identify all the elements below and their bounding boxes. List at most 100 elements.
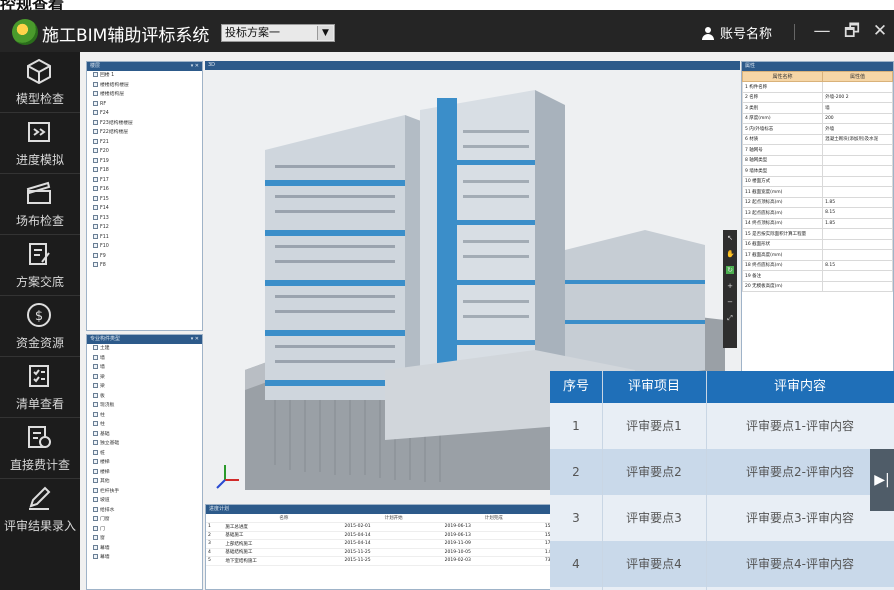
tree-item[interactable]: 回楼 1 — [93, 71, 202, 81]
checkbox-icon[interactable] — [93, 233, 98, 239]
tree-item[interactable]: 门窗 — [93, 515, 202, 525]
pin-icon[interactable]: ▾ ✕ — [191, 335, 199, 344]
property-row[interactable]: 13 起点底标高(m) 8.15 — [742, 207, 893, 219]
pin-icon[interactable]: ▾ ✕ — [191, 62, 199, 71]
checkbox-icon[interactable] — [93, 167, 98, 172]
tree-item[interactable]: 坡道 — [93, 496, 202, 506]
sidebar-item-direct-fee[interactable]: 直接费计查 — [0, 418, 80, 478]
sidebar-item-bill-view[interactable]: 清单查看 — [0, 357, 80, 417]
tree-item[interactable]: RF — [93, 100, 202, 110]
tree-item[interactable]: 门 — [93, 525, 202, 535]
property-row[interactable]: 18 终点底标高(m) 8.15 — [742, 259, 893, 271]
tree-item[interactable]: 楼梯 — [93, 468, 202, 478]
property-row[interactable]: 6 材质 混凝土砌块(添加剂)及水泥 — [742, 133, 893, 145]
checkbox-icon[interactable] — [93, 525, 98, 531]
tree-item[interactable]: 栏杆扶手 — [93, 487, 202, 497]
tree-item[interactable]: F13 — [93, 214, 202, 224]
tree-item[interactable]: 基础 — [93, 430, 202, 440]
scheme-select[interactable]: 投标方案一 ▼ — [221, 24, 335, 42]
tree-item[interactable]: F20 — [93, 147, 202, 157]
tree-item[interactable]: 给排水 — [93, 506, 202, 516]
account-menu[interactable]: 账号名称 — [702, 23, 772, 42]
property-row[interactable]: 10 楼面方式 — [742, 175, 893, 187]
collapse-panel-button[interactable]: ▶| — [870, 449, 894, 511]
checkbox-icon[interactable] — [93, 411, 98, 417]
checkbox-icon[interactable] — [93, 81, 98, 87]
tree-item[interactable]: 现浇板 — [93, 401, 202, 411]
select-icon[interactable]: ↖ — [726, 234, 734, 242]
tree-item[interactable]: 桩 — [93, 449, 202, 459]
checkbox-icon[interactable] — [93, 421, 98, 426]
tree-item[interactable]: F19 — [93, 157, 202, 167]
tree-item[interactable]: 楼梯 — [93, 458, 202, 468]
property-row[interactable]: 8 轴网类型 — [742, 154, 893, 166]
property-row[interactable]: 14 终点顶标高(m) 1.85 — [742, 217, 893, 229]
property-row[interactable]: 4 厚度(mm) 200 — [742, 112, 893, 124]
checkbox-icon[interactable] — [93, 195, 98, 201]
tree-item[interactable]: F12 — [93, 223, 202, 233]
checkbox-icon[interactable] — [93, 497, 98, 502]
checkbox-icon[interactable] — [93, 364, 98, 369]
checkbox-icon[interactable] — [93, 243, 98, 248]
tree-item[interactable]: 梁 — [93, 373, 202, 383]
property-row[interactable]: 12 起点顶标高(m) 1.85 — [742, 196, 893, 208]
checkbox-icon[interactable] — [93, 176, 98, 182]
sidebar-item-funds[interactable]: $ 资金资源 — [0, 296, 80, 356]
tree-item[interactable]: 土建 — [93, 344, 202, 354]
checkbox-icon[interactable] — [93, 544, 98, 550]
zoom-out-icon[interactable]: − — [726, 298, 734, 306]
property-row[interactable]: 19 备注 — [742, 270, 893, 282]
tree-item[interactable]: F21 — [93, 138, 202, 148]
checkbox-icon[interactable] — [93, 262, 98, 267]
checkbox-icon[interactable] — [93, 138, 98, 144]
checkbox-icon[interactable] — [93, 205, 98, 210]
property-row[interactable]: 11 截面宽度(mm) — [742, 186, 893, 198]
checkbox-icon[interactable] — [93, 516, 98, 521]
tree-item[interactable]: 独立基础 — [93, 439, 202, 449]
checkbox-icon[interactable] — [93, 100, 98, 106]
close-button[interactable]: ✕ — [868, 20, 892, 42]
tree-item[interactable]: 幕墙 — [93, 544, 202, 554]
property-row[interactable]: 17 截面高度(mm) — [742, 249, 893, 261]
checkbox-icon[interactable] — [93, 554, 98, 559]
chevron-down-icon[interactable]: ▼ — [317, 26, 333, 40]
sidebar-item-review-entry[interactable]: 评审结果录入 — [0, 479, 80, 539]
tree-item[interactable]: F23结构楼楼层 — [93, 119, 202, 129]
tree-item[interactable]: 梁 — [93, 382, 202, 392]
tree-item[interactable]: 墙 — [93, 363, 202, 373]
tree-item[interactable]: 墙 — [93, 354, 202, 364]
minimize-button[interactable]: — — [810, 20, 834, 42]
tree-item[interactable]: 楼楼结构层 — [93, 90, 202, 100]
checkbox-icon[interactable] — [93, 383, 98, 388]
pan-icon[interactable]: ✋ — [726, 250, 735, 258]
zoom-in-icon[interactable]: + — [726, 282, 734, 290]
checkbox-icon[interactable] — [93, 148, 98, 153]
tree-item[interactable]: F11 — [93, 233, 202, 243]
property-row[interactable]: 9 墙体类型 — [742, 165, 893, 177]
checkbox-icon[interactable] — [93, 252, 98, 258]
tree-item[interactable]: 板 — [93, 392, 202, 402]
property-row[interactable]: 15 是否按实际面积计算工程量 — [742, 228, 893, 240]
checkbox-icon[interactable] — [93, 468, 98, 474]
tree-item[interactable]: 柱 — [93, 411, 202, 421]
checkbox-icon[interactable] — [93, 373, 98, 379]
tree-item[interactable]: 窗 — [93, 534, 202, 544]
checkbox-icon[interactable] — [93, 430, 98, 436]
property-row[interactable]: 2 名称 外墙-200 2 — [742, 91, 893, 103]
rotate-icon[interactable]: ↻ — [726, 266, 734, 274]
tree-item[interactable]: F17 — [93, 176, 202, 186]
tree-item[interactable]: F24 — [93, 109, 202, 119]
checkbox-icon[interactable] — [93, 354, 98, 360]
tree-item[interactable]: 幕墙 — [93, 553, 202, 563]
property-row[interactable]: 20 无模板高度(m) — [742, 280, 893, 292]
property-row[interactable]: 3 类别墙 — [742, 102, 893, 114]
checkbox-icon[interactable] — [93, 129, 98, 134]
checkbox-icon[interactable] — [93, 535, 98, 540]
checkbox-icon[interactable] — [93, 392, 98, 398]
tree-item[interactable]: F18 — [93, 166, 202, 176]
tree-item[interactable]: 其他 — [93, 477, 202, 487]
checkbox-icon[interactable] — [93, 402, 98, 407]
checkbox-icon[interactable] — [93, 157, 98, 163]
checkbox-icon[interactable] — [93, 186, 98, 191]
tree-item[interactable]: F9 — [93, 252, 202, 262]
